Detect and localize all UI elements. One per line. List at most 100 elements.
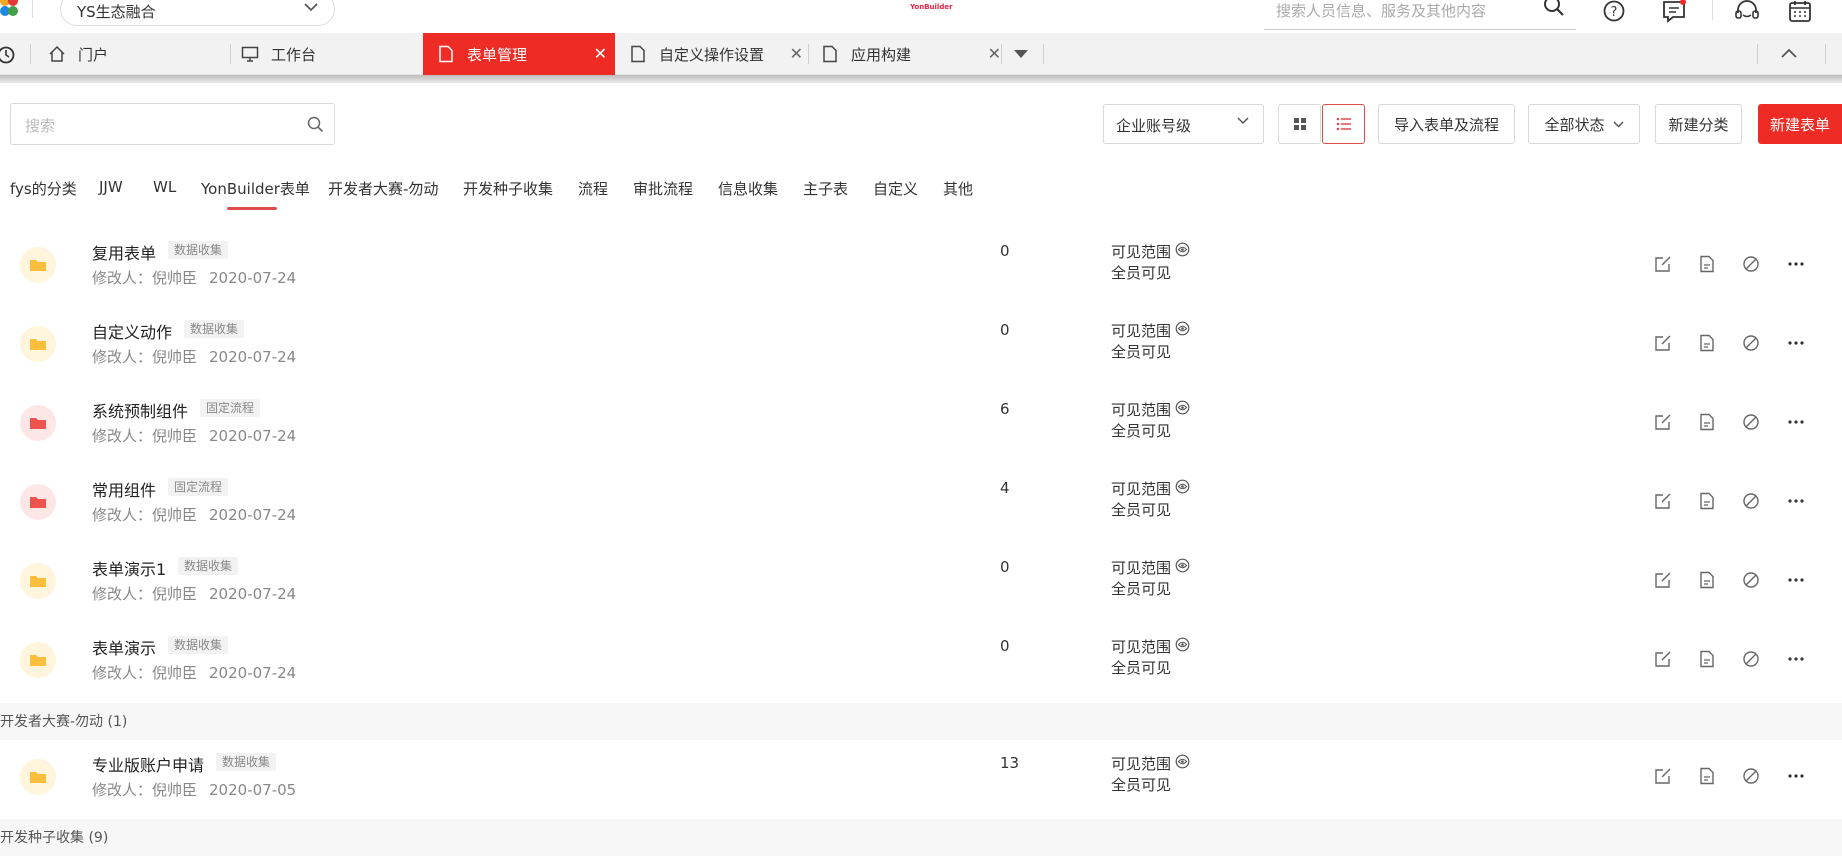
visibility-icon[interactable] (1175, 479, 1190, 500)
category-tab[interactable]: 信息收集 (718, 178, 778, 199)
new-category-button[interactable]: 新建分类 (1655, 104, 1742, 144)
visibility-value: 全员可见 (1111, 501, 1172, 519)
form-preview-icon[interactable] (1698, 334, 1716, 352)
group-header[interactable]: 开发种子收集 (9) (0, 819, 1842, 856)
modifier-label: 修改人：倪帅臣 (92, 585, 198, 603)
app-logo[interactable] (0, 0, 24, 22)
disable-icon[interactable] (1742, 334, 1760, 352)
tab-portal[interactable]: 门户 (48, 33, 228, 75)
visibility-icon[interactable] (1175, 754, 1190, 775)
search-icon[interactable] (307, 116, 324, 133)
visibility-icon[interactable] (1175, 637, 1190, 658)
modifier-label: 修改人：倪帅臣 (92, 348, 198, 366)
more-icon[interactable] (1787, 492, 1805, 510)
form-preview-icon[interactable] (1698, 767, 1716, 785)
close-icon[interactable]: ✕ (594, 45, 607, 63)
history-icon[interactable] (0, 45, 16, 65)
edit-icon[interactable] (1654, 650, 1672, 668)
tab-divider (30, 44, 31, 64)
form-preview-icon[interactable] (1698, 413, 1716, 431)
import-form-button[interactable]: 导入表单及流程 (1378, 104, 1515, 144)
tab-form-management[interactable]: 表单管理 ✕ (423, 33, 615, 75)
disable-icon[interactable] (1742, 255, 1760, 273)
edit-icon[interactable] (1654, 255, 1672, 273)
visibility-icon[interactable] (1175, 321, 1190, 342)
category-tab[interactable]: 其他 (943, 178, 973, 199)
form-preview-icon[interactable] (1698, 650, 1716, 668)
status-filter-select[interactable]: 全部状态 (1528, 104, 1640, 144)
category-tab[interactable]: JJW (99, 178, 123, 196)
edit-icon[interactable] (1654, 413, 1672, 431)
list-item[interactable]: 表单演示 数据收集 修改人：倪帅臣 2020-07-24 0 可见范围 全员可见 (0, 623, 1842, 702)
edit-icon[interactable] (1654, 492, 1672, 510)
tab-dropdown-icon[interactable] (1013, 49, 1029, 59)
more-icon[interactable] (1787, 413, 1805, 431)
list-item[interactable]: 系统预制组件 固定流程 修改人：倪帅臣 2020-07-24 6 可见范围 全员可见 (0, 386, 1842, 465)
visibility-icon[interactable] (1175, 400, 1190, 421)
edit-icon[interactable] (1654, 334, 1672, 352)
tab-divider (230, 44, 231, 64)
tab-custom-action-settings[interactable]: 自定义操作设置 ✕ (629, 33, 803, 75)
category-tab[interactable]: 主子表 (803, 178, 848, 199)
visibility-icon[interactable] (1175, 242, 1190, 263)
org-selector[interactable]: YS生态融合 (60, 0, 335, 26)
category-tab[interactable]: 开发种子收集 (463, 178, 553, 199)
group-header[interactable]: 开发者大赛-勿动 (1) (0, 703, 1842, 740)
form-preview-icon[interactable] (1698, 492, 1716, 510)
form-name[interactable]: 复用表单 (92, 240, 156, 264)
form-name[interactable]: 自定义动作 (92, 319, 172, 343)
edit-icon[interactable] (1654, 767, 1672, 785)
global-search[interactable]: 搜索人员信息、服务及其他内容 (1264, 0, 1576, 30)
search-icon[interactable] (1542, 0, 1566, 18)
disable-icon[interactable] (1742, 492, 1760, 510)
disable-icon[interactable] (1742, 767, 1760, 785)
category-tab[interactable]: 流程 (578, 178, 608, 199)
more-icon[interactable] (1787, 767, 1805, 785)
account-level-select[interactable]: 企业账号级 (1103, 104, 1264, 144)
help-icon[interactable]: ? (1601, 0, 1627, 24)
form-meta: 修改人：倪帅臣 2020-07-24 (92, 504, 296, 525)
chevron-up-icon[interactable] (1781, 48, 1797, 58)
edit-icon[interactable] (1654, 571, 1672, 589)
home-icon (49, 45, 65, 62)
tab-app-build[interactable]: 应用构建 ✕ (821, 33, 1001, 75)
message-icon[interactable] (1661, 0, 1687, 24)
customer-service-icon[interactable] (1734, 0, 1760, 24)
list-item[interactable]: 表单演示1 数据收集 修改人：倪帅臣 2020-07-24 0 可见范围 全员可见 (0, 544, 1842, 623)
category-tab[interactable]: WL (153, 178, 176, 196)
list-item[interactable]: 常用组件 固定流程 修改人：倪帅臣 2020-07-24 4 可见范围 全员可见 (0, 465, 1842, 544)
category-tab[interactable]: 开发者大赛-勿动 (328, 178, 438, 199)
list-item[interactable]: 自定义动作 数据收集 修改人：倪帅臣 2020-07-24 0 可见范围 全员可见 (0, 307, 1842, 386)
form-name[interactable]: 专业版账户申请 (92, 752, 204, 776)
tab-label: 门户 (78, 45, 109, 64)
disable-icon[interactable] (1742, 571, 1760, 589)
more-icon[interactable] (1787, 571, 1805, 589)
disable-icon[interactable] (1742, 650, 1760, 668)
form-name[interactable]: 表单演示 (92, 635, 156, 659)
close-icon[interactable]: ✕ (988, 45, 1001, 63)
visibility-icon[interactable] (1175, 558, 1190, 579)
list-item[interactable]: 复用表单 数据收集 修改人：倪帅臣 2020-07-24 0 可见范围 全员可见 (0, 228, 1842, 307)
form-preview-icon[interactable] (1698, 571, 1716, 589)
form-preview-icon[interactable] (1698, 255, 1716, 273)
tab-label: 表单管理 (467, 45, 528, 64)
form-name[interactable]: 表单演示1 (92, 556, 166, 580)
category-tab-active[interactable]: YonBuilder表单 (201, 178, 310, 199)
grid-view-button[interactable] (1278, 104, 1321, 144)
more-icon[interactable] (1787, 334, 1805, 352)
category-tab[interactable]: fys的分类 (10, 178, 77, 199)
more-icon[interactable] (1787, 650, 1805, 668)
category-tab[interactable]: 自定义 (873, 178, 918, 199)
form-name[interactable]: 系统预制组件 (92, 398, 188, 422)
calendar-icon[interactable] (1787, 0, 1813, 24)
new-form-button[interactable]: 新建表单 (1758, 104, 1842, 144)
form-search-input[interactable]: 搜索 (10, 103, 335, 145)
list-item[interactable]: 专业版账户申请 数据收集 修改人：倪帅臣 2020-07-05 13 可见范围 全员可见 (0, 740, 1842, 819)
more-icon[interactable] (1787, 255, 1805, 273)
list-view-button[interactable] (1322, 104, 1365, 144)
form-name[interactable]: 常用组件 (92, 477, 156, 501)
close-icon[interactable]: ✕ (790, 45, 803, 63)
tab-workbench[interactable]: 工作台 (241, 33, 421, 75)
disable-icon[interactable] (1742, 413, 1760, 431)
category-tab[interactable]: 审批流程 (633, 178, 693, 199)
